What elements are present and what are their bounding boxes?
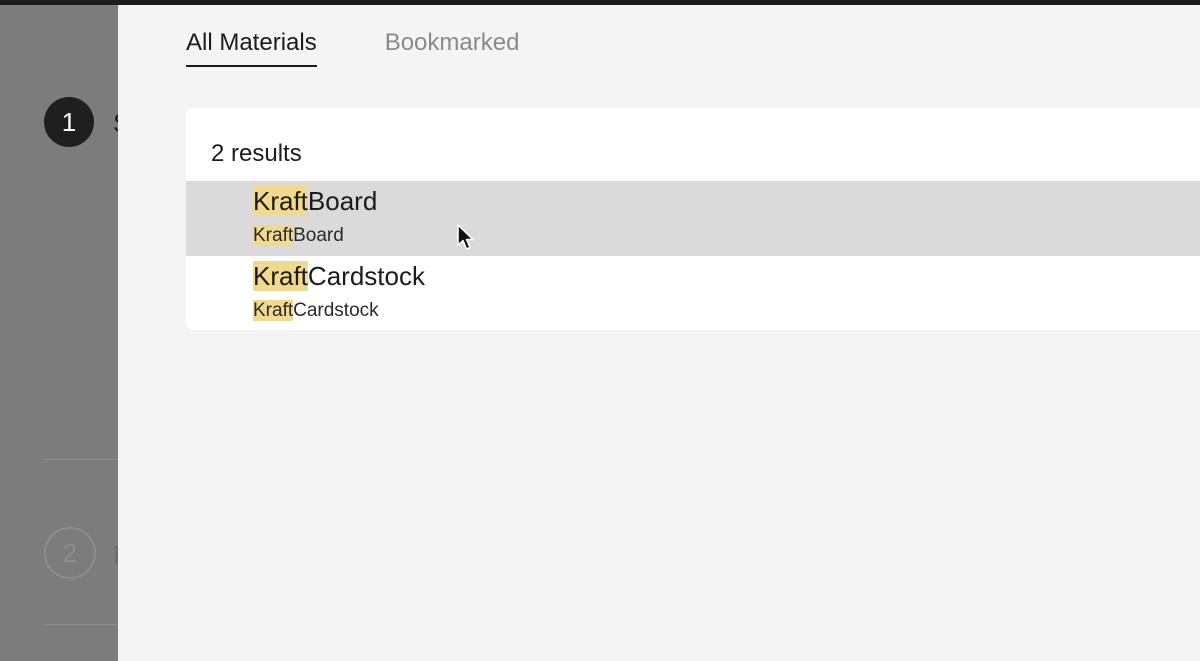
tab-bookmarked[interactable]: Bookmarked	[385, 29, 520, 67]
match-highlight: Kraft	[253, 186, 308, 216]
match-highlight: Kraft	[253, 261, 308, 291]
materials-panel: All Materials Bookmarked 2 results Kraft…	[118, 5, 1200, 661]
result-name: KraftBoard	[253, 186, 377, 217]
result-name: KraftCardstock	[253, 261, 425, 292]
tab-all-materials[interactable]: All Materials	[186, 29, 317, 67]
background-page: 1 S 2 I	[0, 5, 118, 661]
result-subtitle: KraftBoard	[253, 225, 344, 247]
match-highlight: Kraft	[253, 225, 294, 246]
material-tabs: All Materials Bookmarked	[186, 29, 519, 67]
step-1-badge: 1	[44, 97, 94, 147]
step-2-badge: 2	[44, 527, 96, 579]
mouse-pointer-icon	[457, 224, 474, 250]
match-highlight: Kraft	[253, 300, 294, 321]
list-item-kraftboard[interactable]: KraftBoard KraftBoard	[186, 181, 1200, 256]
result-subtitle-rest: Board	[293, 225, 344, 246]
result-subtitle: KraftCardstock	[253, 300, 379, 322]
divider	[44, 459, 118, 460]
list-item-kraftcardstock[interactable]: KraftCardstock KraftCardstock	[186, 256, 1200, 330]
result-name-rest: Cardstock	[307, 261, 425, 291]
result-name-rest: Board	[307, 186, 378, 216]
results-count: 2 results	[211, 140, 302, 167]
divider	[44, 624, 118, 625]
results-list: 2 results KraftBoard KraftBoard KraftCar…	[186, 108, 1200, 330]
result-subtitle-rest: Cardstock	[293, 300, 379, 321]
